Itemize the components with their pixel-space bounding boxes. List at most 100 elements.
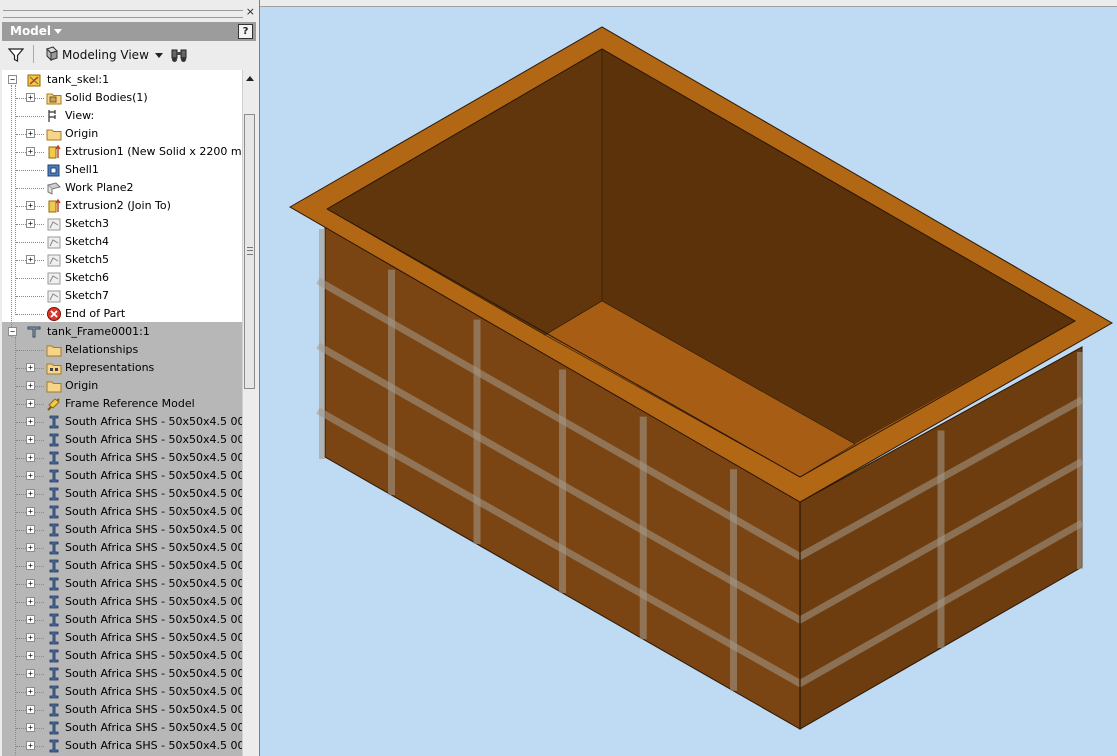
expand-icon[interactable]: + <box>26 417 35 426</box>
tree-node[interactable]: + Representations <box>2 359 242 377</box>
graphics-viewport[interactable] <box>260 7 1117 756</box>
tank-3d-model[interactable] <box>260 7 1117 756</box>
expand-icon[interactable]: + <box>26 471 35 480</box>
collapse-icon[interactable]: − <box>8 327 17 336</box>
folder-icon <box>46 345 62 357</box>
chevron-down-icon[interactable] <box>54 29 62 34</box>
tree-node-label: South Africa SHS - 50x50x4.5 00000 <box>65 721 242 734</box>
tree-node[interactable]: + South Africa SHS - 50x50x4.5 00000 <box>2 431 242 449</box>
expand-icon[interactable]: + <box>26 93 35 102</box>
expand-icon[interactable]: + <box>26 363 35 372</box>
tree-node[interactable]: + South Africa SHS - 50x50x4.5 00000 <box>2 449 242 467</box>
binoculars-icon[interactable] <box>170 47 188 63</box>
tree-node-label: South Africa SHS - 50x50x4.5 00000 <box>65 433 242 446</box>
tree-node[interactable]: + South Africa SHS - 50x50x4.5 00000 <box>2 485 242 503</box>
view-dropdown-chevron-icon[interactable] <box>155 53 163 58</box>
expand-icon[interactable]: + <box>26 201 35 210</box>
tree-node[interactable]: + Sketch5 <box>2 251 242 269</box>
expand-icon[interactable]: + <box>26 525 35 534</box>
modeling-view-icon[interactable] <box>44 46 60 62</box>
expand-icon[interactable]: + <box>26 219 35 228</box>
sketch-icon <box>47 290 61 303</box>
expand-icon[interactable]: + <box>26 453 35 462</box>
filter-icon[interactable] <box>8 47 24 63</box>
expand-icon[interactable]: + <box>26 435 35 444</box>
tree-node[interactable]: + South Africa SHS - 50x50x4.5 00000 <box>2 557 242 575</box>
tree-node[interactable]: + Frame Reference Model <box>2 395 242 413</box>
tree-node[interactable]: + South Africa SHS - 50x50x4.5 00000 <box>2 683 242 701</box>
tree-node[interactable]: + Solid Bodies(1) <box>2 89 242 107</box>
model-tree: − tank_skel:1 + Solid Bodies(1) View: + Origin… <box>2 70 242 756</box>
tree-node[interactable]: + South Africa SHS - 50x50x4.5 00000 <box>2 647 242 665</box>
expand-icon[interactable]: + <box>26 399 35 408</box>
tree-node[interactable]: + Sketch3 <box>2 215 242 233</box>
tree-node[interactable]: + South Africa SHS - 50x50x4.5 00000 <box>2 719 242 737</box>
tree-connector <box>16 242 44 243</box>
expand-icon[interactable]: + <box>26 129 35 138</box>
tree-node-label: South Africa SHS - 50x50x4.5 00000 <box>65 415 242 428</box>
tree-node[interactable]: + South Africa SHS - 50x50x4.5 00000 <box>2 503 242 521</box>
expand-icon[interactable]: + <box>26 543 35 552</box>
tree-node[interactable]: End of Part <box>2 305 242 323</box>
folder-icon <box>46 129 62 141</box>
expand-icon[interactable]: + <box>26 669 35 678</box>
expand-icon[interactable]: + <box>26 723 35 732</box>
tree-node-label: View: <box>65 109 95 122</box>
expand-icon[interactable]: + <box>26 561 35 570</box>
expand-icon[interactable]: + <box>26 147 35 156</box>
expand-icon[interactable]: + <box>26 651 35 660</box>
tree-node[interactable]: + South Africa SHS - 50x50x4.5 00000 <box>2 593 242 611</box>
i-beam-icon <box>49 667 59 681</box>
tree-node-label: Origin <box>65 127 99 140</box>
expand-icon[interactable]: + <box>26 687 35 696</box>
i-beam-icon <box>49 721 59 735</box>
tree-node[interactable]: Relationships <box>2 341 242 359</box>
expand-icon[interactable]: + <box>26 741 35 750</box>
help-icon[interactable]: ? <box>238 24 253 39</box>
end-of-part-icon <box>47 307 61 321</box>
tree-root-node[interactable]: − tank_Frame0001:1 <box>2 323 242 341</box>
expand-icon[interactable]: + <box>26 705 35 714</box>
tree-node[interactable]: + South Africa SHS - 50x50x4.5 00000 <box>2 665 242 683</box>
tree-node[interactable]: + South Africa SHS - 50x50x4.5 00000 <box>2 575 242 593</box>
i-beam-icon <box>49 541 59 555</box>
tree-node[interactable]: View: <box>2 107 242 125</box>
close-icon[interactable]: × <box>246 6 255 17</box>
tree-node[interactable]: Shell1 <box>2 161 242 179</box>
view-selector-label[interactable]: Modeling View <box>62 48 149 62</box>
model-browser-panel: × Model ? Modeling View − tank_skel:1 + Sol… <box>0 0 260 756</box>
scroll-up-arrow-icon[interactable] <box>246 76 254 81</box>
tree-node[interactable]: + South Africa SHS - 50x50x4.5 00000 <box>2 629 242 647</box>
tree-node[interactable]: Work Plane2 <box>2 179 242 197</box>
tree-node[interactable]: + Origin <box>2 125 242 143</box>
tree-node[interactable]: + Extrusion1 (New Solid x 2200 mm) <box>2 143 242 161</box>
expand-icon[interactable]: + <box>26 633 35 642</box>
tree-node[interactable]: + South Africa SHS - 50x50x4.5 00000 <box>2 413 242 431</box>
tree-node[interactable]: + Origin <box>2 377 242 395</box>
collapse-icon[interactable]: − <box>8 75 17 84</box>
expand-icon[interactable]: + <box>26 255 35 264</box>
expand-icon[interactable]: + <box>26 489 35 498</box>
tree-node[interactable]: + South Africa SHS - 50x50x4.5 00000 <box>2 467 242 485</box>
scroll-thumb[interactable] <box>244 114 255 389</box>
tree-node[interactable]: Sketch4 <box>2 233 242 251</box>
vertical-scrollbar[interactable] <box>242 70 257 756</box>
expand-icon[interactable]: + <box>26 615 35 624</box>
expand-icon[interactable]: + <box>26 507 35 516</box>
tree-node[interactable]: Sketch7 <box>2 287 242 305</box>
panel-grip[interactable] <box>3 10 243 18</box>
tree-node[interactable]: + South Africa SHS - 50x50x4.5 00000 <box>2 737 242 755</box>
tree-node[interactable]: + South Africa SHS - 50x50x4.5 00000 <box>2 701 242 719</box>
panel-title-bar[interactable]: Model ? <box>2 22 256 41</box>
tree-node-label: South Africa SHS - 50x50x4.5 00000 <box>65 505 242 518</box>
tree-node[interactable]: + South Africa SHS - 50x50x4.5 00000 <box>2 521 242 539</box>
expand-icon[interactable]: + <box>26 597 35 606</box>
tree-node[interactable]: + Extrusion2 (Join To) <box>2 197 242 215</box>
tree-root-node[interactable]: − tank_skel:1 <box>2 71 242 89</box>
expand-icon[interactable]: + <box>26 381 35 390</box>
toolbar-separator <box>33 45 34 63</box>
tree-node[interactable]: Sketch6 <box>2 269 242 287</box>
tree-node[interactable]: + South Africa SHS - 50x50x4.5 00000 <box>2 539 242 557</box>
tree-node[interactable]: + South Africa SHS - 50x50x4.5 00000 <box>2 611 242 629</box>
expand-icon[interactable]: + <box>26 579 35 588</box>
